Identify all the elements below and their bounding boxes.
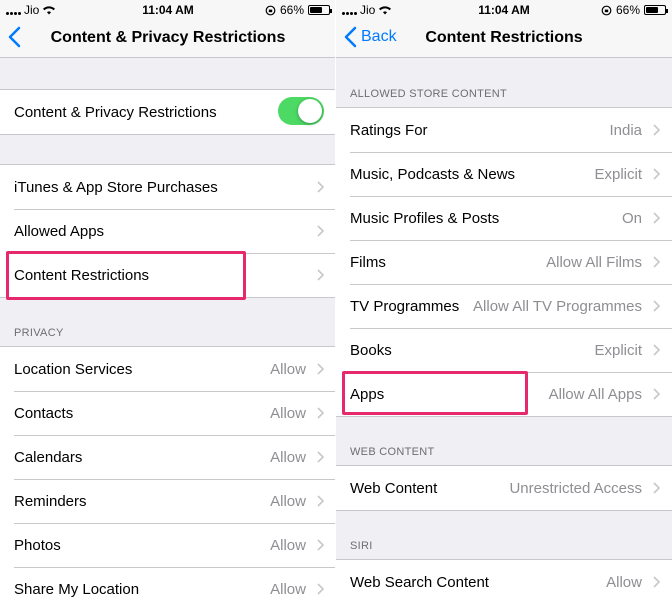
store-content-group: Ratings For India Music, Podcasts & News… (336, 107, 672, 417)
chevron-right-icon (653, 212, 660, 224)
row-label: Photos (14, 536, 61, 554)
chevron-right-icon (317, 583, 324, 595)
row-value: Allow (270, 448, 306, 466)
battery-percent: 66% (615, 3, 640, 17)
web-content-group: Web Content Unrestricted Access (336, 465, 672, 511)
chevron-right-icon (317, 495, 324, 507)
chevron-right-icon (653, 300, 660, 312)
chevron-right-icon (317, 407, 324, 419)
store-section-header: ALLOWED STORE CONTENT (350, 88, 508, 100)
reminders-row[interactable]: Reminders Allow (0, 479, 336, 523)
row-label: Music, Podcasts & News (350, 165, 516, 183)
row-value: Allow (270, 580, 306, 598)
row-label: Web Search Content (350, 573, 489, 591)
status-bar: Jio 11:04 AM 66% (0, 0, 336, 20)
ratings-for-row[interactable]: Ratings For India (336, 108, 672, 152)
toggle-group: Content & Privacy Restrictions (0, 89, 336, 135)
siri-group: Web Search Content Allow (336, 559, 672, 600)
chevron-right-icon (317, 181, 324, 193)
row-label: iTunes & App Store Purchases (14, 178, 218, 196)
battery-percent: 66% (279, 3, 304, 17)
nav-bar: Back Content Restrictions (336, 20, 672, 58)
chevron-right-icon (317, 225, 324, 237)
chevron-right-icon (317, 451, 324, 463)
allowed-apps-row[interactable]: Allowed Apps (0, 209, 336, 253)
row-value: Explicit (594, 341, 642, 359)
chevron-right-icon (653, 388, 660, 400)
chevron-right-icon (653, 344, 660, 356)
row-label: Apps (350, 385, 385, 403)
orientation-lock-icon (265, 5, 276, 15)
photos-row[interactable]: Photos Allow (0, 523, 336, 567)
chevron-right-icon (653, 168, 660, 180)
left-screen: Jio 11:04 AM 66% Content & Privacy Restr… (0, 0, 336, 600)
privacy-group: Location Services Allow Contacts Allow C… (0, 346, 336, 600)
share-my-location-row[interactable]: Share My Location Allow (0, 567, 336, 600)
row-label: Ratings For (350, 121, 428, 139)
calendars-row[interactable]: Calendars Allow (0, 435, 336, 479)
chevron-right-icon (317, 363, 324, 375)
row-value: Explicit (594, 165, 642, 183)
content-restrictions-row[interactable]: Content Restrictions (0, 253, 336, 297)
row-value: Allow (270, 360, 306, 378)
chevron-right-icon (317, 539, 324, 551)
battery-icon (308, 5, 332, 15)
apps-row[interactable]: Apps Allow All Apps (336, 372, 672, 416)
chevron-right-icon (653, 124, 660, 136)
row-label: Calendars (14, 448, 83, 466)
chevron-right-icon (653, 576, 660, 588)
row-value: Allow All TV Programmes (473, 297, 642, 315)
row-label: Allowed Apps (14, 222, 105, 240)
row-label: Reminders (14, 492, 87, 510)
row-label: Music Profiles & Posts (350, 209, 500, 227)
right-screen: Jio 11:04 AM 66% Back Content Restrictio… (336, 0, 672, 600)
settings-group: iTunes & App Store Purchases Allowed App… (0, 164, 336, 298)
row-value: Allow (270, 404, 306, 422)
row-value: India (609, 121, 642, 139)
row-label: Books (350, 341, 392, 359)
row-label: Web Content (350, 479, 438, 497)
row-value: Allow (270, 536, 306, 554)
toggle-knob (298, 99, 322, 123)
tv-programmes-row[interactable]: TV Programmes Allow All TV Programmes (336, 284, 672, 328)
privacy-section-header: PRIVACY (14, 327, 64, 339)
row-label: Contacts (14, 404, 74, 422)
content-privacy-toggle-row: Content & Privacy Restrictions (0, 90, 336, 134)
row-label: Share My Location (14, 580, 140, 598)
status-bar: Jio 11:04 AM 66% (336, 0, 672, 20)
row-value: Allow (606, 573, 642, 591)
chevron-right-icon (317, 269, 324, 281)
page-title: Content Restrictions (425, 29, 583, 46)
siri-section-header: SIRI (350, 540, 373, 552)
location-services-row[interactable]: Location Services Allow (0, 347, 336, 391)
music-profiles-posts-row[interactable]: Music Profiles & Posts On (336, 196, 672, 240)
row-value: Unrestricted Access (509, 479, 642, 497)
web-content-section-header: WEB CONTENT (350, 446, 435, 458)
row-value: Allow (270, 492, 306, 510)
row-label: Location Services (14, 360, 133, 378)
content-privacy-toggle[interactable] (278, 97, 324, 125)
itunes-app-store-purchases-row[interactable]: iTunes & App Store Purchases (0, 165, 336, 209)
row-label: Films (350, 253, 386, 271)
web-search-content-row[interactable]: Web Search Content Allow (336, 560, 672, 600)
books-row[interactable]: Books Explicit (336, 328, 672, 372)
chevron-right-icon (653, 482, 660, 494)
films-row[interactable]: Films Allow All Films (336, 240, 672, 284)
orientation-lock-icon (601, 5, 612, 15)
row-label: TV Programmes (350, 297, 460, 315)
nav-bar: Content & Privacy Restrictions (0, 20, 336, 58)
web-content-row[interactable]: Web Content Unrestricted Access (336, 466, 672, 510)
battery-icon (644, 5, 668, 15)
row-label: Content & Privacy Restrictions (14, 103, 217, 121)
row-label: Content Restrictions (14, 266, 150, 284)
music-podcasts-news-row[interactable]: Music, Podcasts & News Explicit (336, 152, 672, 196)
chevron-right-icon (653, 256, 660, 268)
contacts-row[interactable]: Contacts Allow (0, 391, 336, 435)
page-title: Content & Privacy Restrictions (50, 29, 286, 46)
row-value: On (621, 209, 642, 227)
screen-divider (335, 0, 336, 600)
